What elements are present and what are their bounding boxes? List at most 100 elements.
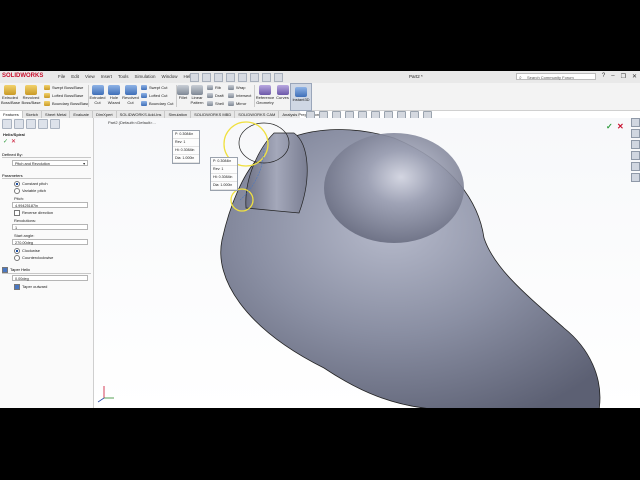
view-palette-icon[interactable] — [630, 151, 640, 160]
callout-value[interactable]: 1 — [221, 167, 223, 171]
callout-label: Ht: — [175, 148, 180, 152]
resources-icon[interactable] — [630, 118, 640, 127]
design-library-icon[interactable] — [630, 129, 640, 138]
taper-helix-header[interactable]: Taper Helix — [2, 267, 91, 274]
lofted-boss-button[interactable]: Lofted Boss/Base — [44, 93, 83, 98]
options-icon[interactable] — [274, 73, 283, 82]
callout-value[interactable]: 1 — [183, 140, 185, 144]
menu-simulation[interactable]: Simulation — [135, 74, 156, 79]
draft-button[interactable]: Draft — [207, 93, 224, 98]
confirm-check-icon[interactable]: ✓ — [606, 122, 613, 131]
taper-outward-checkbox[interactable]: Taper outward — [14, 284, 47, 290]
start-angle-label: Start angle: — [14, 233, 35, 238]
reverse-direction-checkbox[interactable]: Reverse direction — [14, 210, 53, 216]
callout-value[interactable]: 1.000in — [182, 156, 194, 160]
tab-sketch[interactable]: Sketch — [23, 111, 43, 118]
appearances-icon[interactable] — [630, 162, 640, 171]
intersect-button[interactable]: Intersect — [228, 93, 251, 98]
cancel-icon[interactable]: ✕ — [11, 138, 16, 145]
rebuild-icon[interactable] — [262, 73, 271, 82]
print-icon[interactable] — [226, 73, 235, 82]
revolved-boss-button[interactable]: Revolved Boss/Base — [21, 85, 41, 105]
start-angle-field[interactable]: 270.00deg — [12, 239, 88, 245]
defined-by-header[interactable]: Defined By: — [2, 152, 91, 158]
mirror-button[interactable]: Mirror — [228, 101, 246, 106]
close-button[interactable]: ✕ — [632, 73, 637, 80]
select-icon[interactable] — [250, 73, 259, 82]
swept-cut-button[interactable]: Swept Cut — [141, 85, 167, 90]
counterclockwise-radio[interactable]: Counterclockwise — [14, 255, 53, 261]
callout-label: P: — [175, 132, 179, 136]
callout-value[interactable]: 0.3084in — [179, 132, 193, 136]
linear-pattern-button[interactable]: Linear Pattern — [189, 85, 205, 105]
cancel-x-icon[interactable]: ✕ — [617, 122, 624, 131]
parameters-header[interactable]: Parameters — [2, 173, 91, 179]
revolutions-field[interactable]: 1 — [12, 224, 88, 230]
pitch-field[interactable]: 4.99425187in — [12, 202, 88, 208]
taper-angle-field[interactable]: 0.00deg — [12, 275, 88, 281]
clockwise-radio[interactable]: Clockwise — [14, 248, 40, 254]
variable-pitch-label: Variable pitch — [22, 188, 46, 194]
wrap-button[interactable]: Wrap — [228, 85, 245, 90]
constant-pitch-radio[interactable]: Constant pitch — [14, 181, 48, 187]
search-input[interactable]: ⌕ Search Community Forum — [516, 73, 596, 81]
defined-by-select[interactable]: Pitch and Revolution ▾ — [12, 160, 88, 166]
feature-tree-icon[interactable] — [2, 119, 12, 129]
menu-edit[interactable]: Edit — [71, 74, 79, 79]
swept-boss-button[interactable]: Swept Boss/Base — [44, 85, 83, 90]
fillet-button[interactable]: Fillet — [177, 85, 189, 101]
menu-view[interactable]: View — [85, 74, 95, 79]
new-icon[interactable] — [190, 73, 199, 82]
reference-geometry-button[interactable]: Reference Geometry — [255, 85, 275, 105]
tab-dimxpert[interactable]: DimXpert — [93, 111, 117, 118]
rib-button[interactable]: Rib — [207, 85, 221, 90]
dimxpert-manager-icon[interactable] — [38, 119, 48, 129]
hole-wizard-button[interactable]: Hole Wizard — [106, 85, 122, 105]
tab-simulation[interactable]: Simulation — [165, 111, 192, 118]
callout-value[interactable]: 0.3084in — [181, 148, 195, 152]
extruded-cut-button[interactable]: Extruded Cut — [89, 85, 106, 105]
configuration-manager-icon[interactable] — [26, 119, 36, 129]
tab-sheet-metal[interactable]: Sheet Metal — [42, 111, 71, 118]
tab-mbd[interactable]: SOLIDWORKS MBD — [191, 111, 236, 118]
extruded-boss-button[interactable]: Extruded Boss/Base — [1, 85, 20, 105]
breadcrumb[interactable]: Part2 (Default<<Default>... — [108, 120, 156, 125]
tab-cam[interactable]: SOLIDWORKS CAM — [235, 111, 280, 118]
help-icon[interactable]: ? — [602, 73, 605, 80]
boundary-cut-button[interactable]: Boundary Cut — [141, 101, 173, 106]
linear-pattern-icon — [191, 85, 203, 95]
menu-tools[interactable]: Tools — [118, 74, 129, 79]
save-icon[interactable] — [214, 73, 223, 82]
solidworks-logo: SOLIDWORKS — [2, 73, 44, 79]
property-manager-icon[interactable] — [14, 119, 24, 129]
callout-value[interactable]: 0.3084in — [217, 159, 231, 163]
counterclockwise-label: Counterclockwise — [22, 255, 54, 261]
instant3d-button[interactable]: Instant3D — [290, 83, 312, 111]
revolved-cut-icon — [124, 85, 137, 95]
undo-icon[interactable] — [238, 73, 247, 82]
menu-insert[interactable]: Insert — [101, 74, 112, 79]
tab-features[interactable]: Features — [0, 111, 23, 118]
curves-button[interactable]: Curves — [276, 85, 289, 101]
instant3d-label: Instant3D — [292, 97, 310, 102]
boundary-boss-button[interactable]: Boundary Boss/Base — [44, 101, 89, 106]
menu-file[interactable]: File — [58, 74, 65, 79]
reverse-direction-label: Reverse direction — [22, 210, 54, 216]
minimize-button[interactable]: – — [611, 73, 614, 80]
file-explorer-icon[interactable] — [630, 140, 640, 149]
menu-window[interactable]: Window — [162, 74, 178, 79]
revolved-cut-button[interactable]: Revolved Cut — [122, 85, 139, 105]
custom-properties-icon[interactable] — [630, 173, 640, 182]
tab-addins[interactable]: SOLIDWORKS Add-Ins — [117, 111, 166, 118]
open-icon[interactable] — [202, 73, 211, 82]
variable-pitch-radio[interactable]: Variable pitch — [14, 188, 46, 194]
ok-check-icon[interactable]: ✓ — [3, 138, 8, 145]
callout-value[interactable]: 1.000in — [220, 183, 232, 187]
tab-evaluate[interactable]: Evaluate — [70, 111, 93, 118]
display-manager-icon[interactable] — [50, 119, 60, 129]
restore-button[interactable]: ❐ — [621, 73, 626, 80]
shell-button[interactable]: Shell — [207, 101, 224, 106]
callout-value[interactable]: 0.3084in — [219, 175, 233, 179]
revolved-cut-label: Revolved Cut — [122, 95, 139, 105]
lofted-cut-button[interactable]: Lofted Cut — [141, 93, 167, 98]
